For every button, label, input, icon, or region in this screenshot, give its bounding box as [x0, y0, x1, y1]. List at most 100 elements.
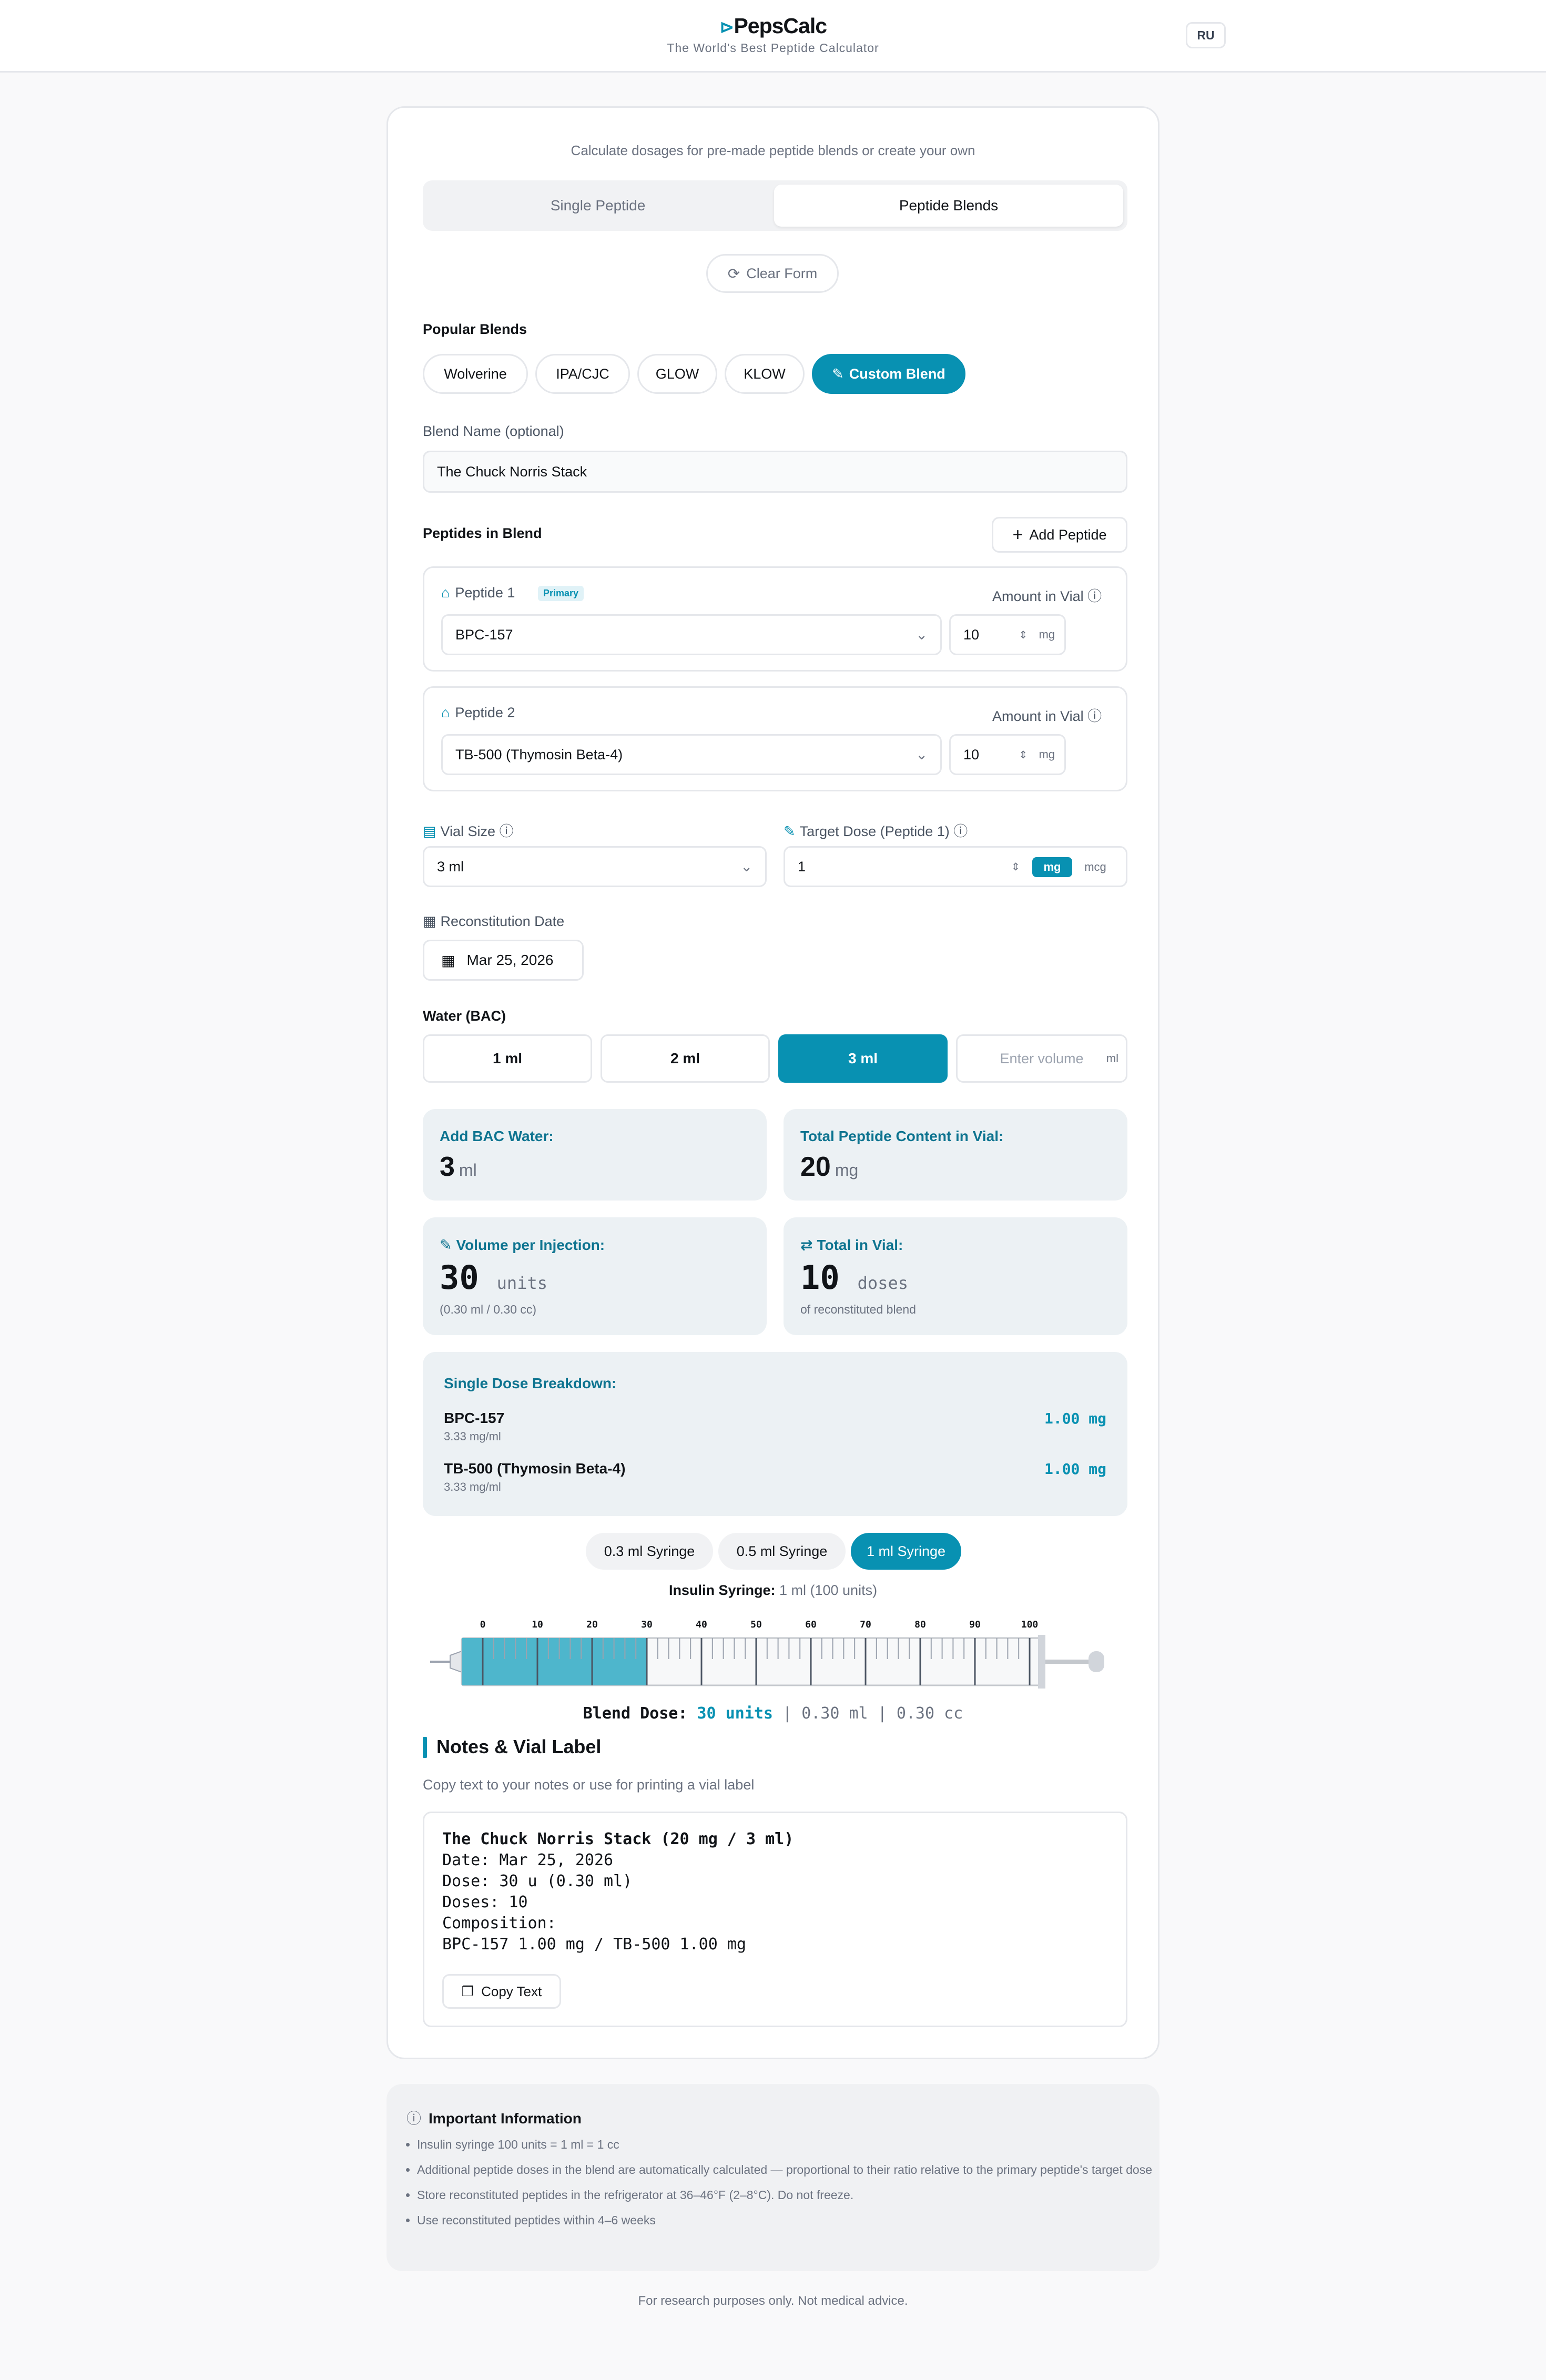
target-dose-label-text: Target Dose (Peptide 1): [799, 823, 950, 839]
blend-klow[interactable]: KLOW: [725, 354, 805, 394]
breakdown-conc-1: 3.33 mg/ml: [444, 1430, 501, 1443]
syringe-0-3ml[interactable]: 0.3 ml Syringe: [586, 1533, 713, 1570]
peptides-in-blend-label: Peptides in Blend: [423, 525, 542, 541]
tag-icon: ⌂: [441, 705, 450, 720]
total-vial-number: 10: [800, 1258, 840, 1297]
total-in-vial-result: ⇄ Total in Vial: 10 doses of reconstituted…: [784, 1217, 1127, 1335]
bac-water-result: Add BAC Water: 3 ml: [423, 1109, 767, 1201]
notes-line-2: Date: Mar 25, 2026: [442, 1851, 614, 1869]
total-content-label: Total Peptide Content in Vial:: [800, 1128, 1004, 1144]
volume-per-injection-result: ✎ Volume per Injection: 30 units (0.30 ml …: [423, 1217, 767, 1335]
blend-name-label: Blend Name (optional): [423, 423, 564, 439]
total-content-unit: mg: [835, 1161, 859, 1179]
peptide-card-2: ⌂ Peptide 2 Amount in Vial ⓘ TB-500 (Thym…: [423, 686, 1127, 791]
vial-size-label: ▤ Vial Size ⓘ: [423, 820, 514, 840]
water-3ml-button[interactable]: 3 ml: [778, 1034, 948, 1083]
syringe-tick-label: 60: [805, 1619, 817, 1630]
water-2ml-button[interactable]: 2 ml: [601, 1034, 770, 1083]
clear-form-button[interactable]: ⟳ Clear Form: [706, 254, 839, 293]
syringe-tick-label: 30: [641, 1619, 653, 1630]
stepper-icon[interactable]: ⇕: [1019, 628, 1028, 642]
peptide-1-value: BPC-157: [455, 626, 513, 643]
blend-glow[interactable]: GLOW: [637, 354, 717, 394]
language-button[interactable]: RU: [1186, 22, 1226, 48]
cylinder-icon: ▤: [423, 823, 436, 839]
syringe-plunger-cap: [1089, 1651, 1104, 1672]
primary-badge: Primary: [538, 586, 584, 601]
plus-icon: +: [1012, 524, 1023, 545]
custom-blend-button[interactable]: ✎ Custom Blend: [812, 354, 965, 394]
stepper-icon[interactable]: ⇕: [1011, 860, 1020, 873]
breakdown-dose-1: 1.00 mg: [1044, 1410, 1106, 1427]
info-icon: ⓘ: [953, 823, 968, 839]
syringe-1ml[interactable]: 1 ml Syringe: [851, 1533, 961, 1570]
volume-unit: units: [496, 1273, 547, 1293]
syringe-fill: [462, 1638, 647, 1685]
unit-mcg-toggle[interactable]: mcg: [1075, 857, 1115, 877]
unit-mg-toggle[interactable]: mg: [1032, 857, 1072, 877]
notes-title: Notes & Vial Label: [436, 1736, 602, 1757]
reconstitution-date-picker[interactable]: ▦ Mar 25, 2026: [423, 940, 584, 981]
syringe-tick-label: 10: [532, 1619, 543, 1630]
blend-wolverine[interactable]: Wolverine: [423, 354, 528, 394]
footer-disclaimer: For research purposes only. Not medical …: [638, 2294, 908, 2308]
peptide-1-select[interactable]: BPC-157 ⌄: [441, 614, 942, 655]
amount-in-vial-label-1: Amount in Vial ⓘ: [992, 585, 1102, 605]
vial-size-select[interactable]: 3 ml ⌄: [423, 846, 767, 887]
target-dose-input[interactable]: 1 ⇕ mg mcg: [784, 846, 1127, 887]
peptide-1-amount[interactable]: 10 ⇕ mg: [949, 614, 1066, 655]
peptide-2-select[interactable]: TB-500 (Thymosin Beta-4) ⌄: [441, 734, 942, 775]
blend-ipa-cjc[interactable]: IPA/CJC: [535, 354, 630, 394]
tag-icon: ⌂: [441, 585, 450, 601]
mode-tabs: Single Peptide Peptide Blends: [423, 180, 1127, 231]
syringe-tick-label: 0: [480, 1619, 486, 1630]
calendar-icon: ▦: [441, 952, 455, 969]
syringe-tick-labels: 0 10 20 30 40 50 60 70 80 90 100: [480, 1619, 1039, 1630]
peptide-2-label: ⌂ Peptide 2: [441, 705, 515, 721]
tab-single-peptide[interactable]: Single Peptide: [427, 185, 769, 227]
info-icon: ⓘ: [499, 823, 514, 839]
breakdown-name-2: TB-500 (Thymosin Beta-4): [444, 1460, 626, 1477]
top-bar: ⊳PepsCalc The World's Best Peptide Calcu…: [0, 0, 1546, 73]
syringe-visual: 0 10 20 30 40 50 60 70 80 90 100: [430, 1619, 1104, 1689]
breakdown-dose-2: 1.00 mg: [1044, 1460, 1106, 1478]
syringe-tick-label: 80: [914, 1619, 926, 1630]
water-custom-input[interactable]: Enter volume ml: [956, 1034, 1127, 1083]
notes-subtitle: Copy text to your notes or use for print…: [423, 1777, 755, 1793]
calculator-card: Calculate dosages for pre-made peptide b…: [387, 106, 1160, 2059]
add-peptide-button[interactable]: + Add Peptide: [992, 517, 1127, 553]
chevron-down-icon: ⌄: [740, 858, 752, 874]
bac-water-unit: ml: [459, 1161, 477, 1179]
custom-blend-label: Custom Blend: [849, 365, 945, 382]
bac-water-number: 3: [440, 1152, 455, 1182]
syringe-icon: ✎: [440, 1237, 452, 1253]
peptide-2-label-text: Peptide 2: [455, 705, 515, 720]
syringe-info-label: Insulin Syringe:: [668, 1582, 776, 1598]
important-item-4: Use reconstituted peptides within 4–6 we…: [417, 2210, 1153, 2230]
syringe-0-5ml[interactable]: 0.5 ml Syringe: [718, 1533, 846, 1570]
app-logo[interactable]: ⊳PepsCalc: [0, 14, 1546, 38]
peptide-1-unit: mg: [1039, 628, 1055, 641]
blend-dose-units: 30 units: [697, 1704, 774, 1723]
chevron-down-icon: ⌄: [916, 746, 928, 762]
refresh-icon: ⟳: [727, 265, 740, 282]
water-1ml-button[interactable]: 1 ml: [423, 1034, 592, 1083]
bac-water-value: 3 ml: [440, 1151, 477, 1183]
peptide-2-amount[interactable]: 10 ⇕ mg: [949, 734, 1066, 775]
blend-dose-sep-2: |: [877, 1704, 887, 1723]
total-content-value: 20 mg: [800, 1151, 858, 1183]
bac-water-label: Add BAC Water:: [440, 1128, 554, 1144]
logo-icon: ⊳: [719, 17, 734, 37]
tab-peptide-blends[interactable]: Peptide Blends: [774, 185, 1123, 227]
vial-label-preview[interactable]: The Chuck Norris Stack (20 mg / 3 ml) Da…: [423, 1812, 1127, 2027]
peptide-2-value: TB-500 (Thymosin Beta-4): [455, 746, 623, 762]
calendar-icon: ▦: [423, 913, 436, 929]
copy-text-button[interactable]: ❐ Copy Text: [442, 1974, 561, 2009]
blend-dose-sep-1: |: [782, 1704, 792, 1723]
info-icon: ⓘ: [1087, 708, 1102, 724]
notes-line-1: The Chuck Norris Stack (20 mg / 3 ml): [442, 1830, 794, 1848]
stepper-icon[interactable]: ⇕: [1019, 748, 1028, 761]
peptide-2-amount-value: 10: [963, 746, 980, 762]
blend-name-input[interactable]: The Chuck Norris Stack: [423, 451, 1127, 493]
repeat-icon: ⇄: [800, 1237, 813, 1253]
